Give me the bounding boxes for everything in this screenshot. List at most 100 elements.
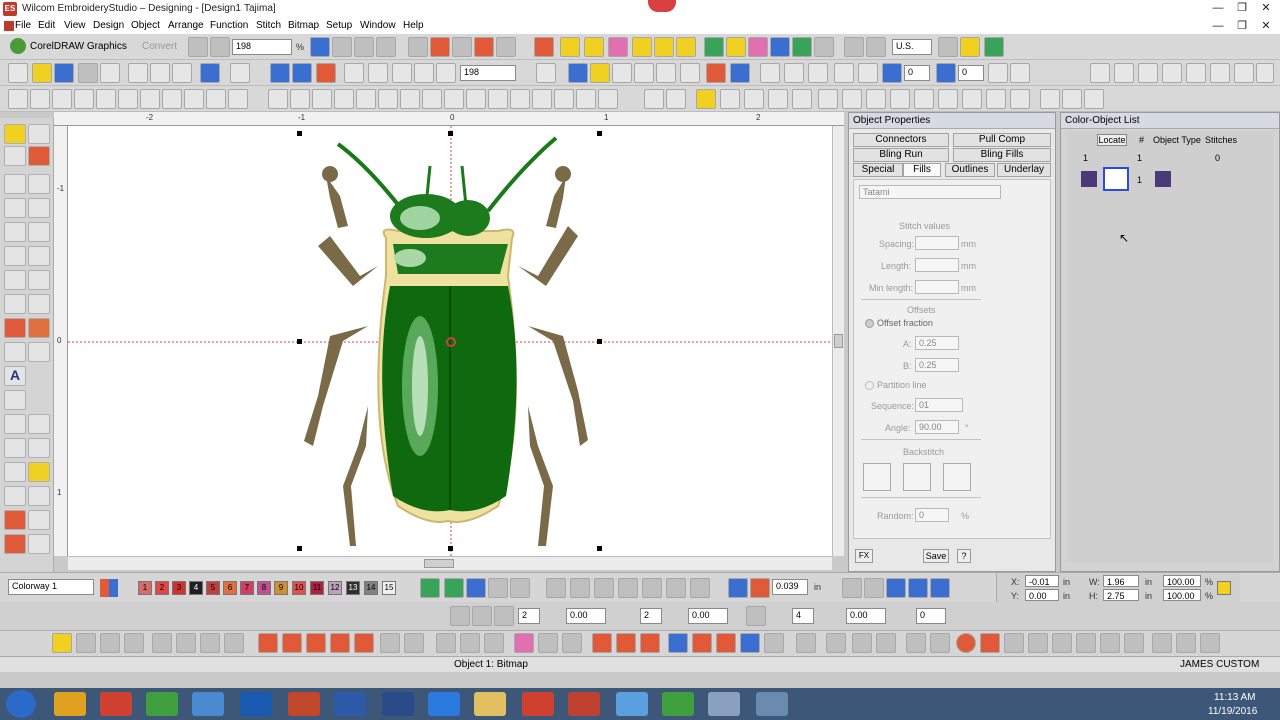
swatch-4[interactable]: 4	[189, 581, 203, 595]
shape-b-icon[interactable]	[28, 414, 50, 434]
table-icon[interactable]	[844, 37, 864, 57]
stitch-type-h-icon[interactable]	[162, 89, 182, 109]
arrange-a-icon[interactable]	[890, 89, 910, 109]
feather-icon[interactable]	[608, 37, 628, 57]
node-e-icon[interactable]	[484, 633, 504, 653]
taskbar-app-13-icon[interactable]	[616, 692, 648, 716]
swatch-2[interactable]: 2	[155, 581, 169, 595]
rotate-icon[interactable]	[808, 63, 828, 83]
taskbar-app-15-icon[interactable]	[708, 692, 740, 716]
open-icon[interactable]	[32, 63, 52, 83]
zoom-box-icon[interactable]	[310, 37, 330, 57]
beetle-bitmap[interactable]	[68, 126, 832, 556]
red-circle-b-icon[interactable]	[4, 534, 26, 554]
stitch-edit-c-icon[interactable]	[306, 633, 326, 653]
curve-tool-icon[interactable]	[4, 198, 26, 218]
h-field[interactable]: 2.75	[1103, 589, 1139, 601]
stitch-type-d-icon[interactable]	[74, 89, 94, 109]
tool-b-icon[interactable]	[368, 63, 388, 83]
effect-n-icon[interactable]	[554, 89, 574, 109]
rotate-ccw-icon[interactable]	[882, 63, 902, 83]
weld-f-icon[interactable]	[666, 578, 686, 598]
slant-icon[interactable]	[936, 63, 956, 83]
edit-b-icon[interactable]	[100, 633, 120, 653]
tab-underlay[interactable]: Underlay	[997, 163, 1051, 177]
copy-icon[interactable]	[150, 63, 170, 83]
menu-help[interactable]: Help	[403, 20, 424, 31]
taskbar-app-14-icon[interactable]	[662, 692, 694, 716]
effect-j-icon[interactable]	[466, 89, 486, 109]
show-stitches-icon[interactable]	[430, 37, 450, 57]
effect-g-icon[interactable]	[400, 89, 420, 109]
menu-stitch[interactable]: Stitch	[256, 20, 281, 31]
arrange-g-icon[interactable]	[1040, 89, 1060, 109]
zigzag-b-icon[interactable]	[616, 633, 636, 653]
swatch-10[interactable]: 10	[292, 581, 306, 595]
swatch-13[interactable]: 13	[346, 581, 360, 595]
edit-f-icon[interactable]	[200, 633, 220, 653]
angle-field-1[interactable]: 0	[904, 65, 930, 81]
zigzag-c-icon[interactable]	[640, 633, 660, 653]
weld-e-icon[interactable]	[642, 578, 662, 598]
effect-o-icon[interactable]	[598, 89, 618, 109]
effect-f-icon[interactable]	[378, 89, 398, 109]
auto-a-icon[interactable]	[668, 633, 688, 653]
show-outlines-icon[interactable]	[452, 37, 472, 57]
monogram-icon[interactable]	[748, 37, 768, 57]
shape-h-icon[interactable]	[28, 510, 50, 530]
shape-g-icon[interactable]	[28, 486, 50, 506]
swatch-9[interactable]: 9	[274, 581, 288, 595]
zoom-field-2[interactable]: 198	[460, 65, 516, 81]
menu-bitmap[interactable]: Bitmap	[288, 20, 319, 31]
tool-e-icon[interactable]	[436, 63, 456, 83]
overlap-field[interactable]: 0.039	[772, 579, 808, 595]
tool-c-icon[interactable]	[392, 63, 412, 83]
taskbar-app-1-icon[interactable]	[54, 692, 86, 716]
coreldraw-label[interactable]: CorelDRAW Graphics	[30, 41, 127, 52]
tool-a-icon[interactable]	[344, 63, 364, 83]
proportional-lock-icon[interactable]	[1217, 581, 1231, 595]
lettering-tool-icon[interactable]: A	[4, 366, 26, 386]
stitch-type-a-icon[interactable]	[8, 89, 28, 109]
order-b-icon[interactable]	[842, 89, 862, 109]
fill-spin-7[interactable]: 0	[916, 608, 946, 624]
circle-tool-icon[interactable]	[4, 318, 26, 338]
node-a-icon[interactable]	[380, 633, 400, 653]
align-h-icon[interactable]	[1256, 63, 1274, 83]
sequence-field[interactable]: 01	[915, 398, 963, 412]
digitize-c-icon[interactable]	[4, 246, 26, 266]
add-color-icon[interactable]	[420, 578, 440, 598]
pointer-select-icon[interactable]	[52, 633, 72, 653]
menu-arrange[interactable]: Arrange	[168, 20, 204, 31]
fill-c-icon[interactable]	[494, 606, 514, 626]
tool-d-icon[interactable]	[414, 63, 434, 83]
arrow-yellow-icon[interactable]	[632, 37, 652, 57]
fill-spin-2[interactable]: 0.00	[566, 608, 606, 624]
zoom-100-icon[interactable]	[210, 37, 230, 57]
digitize-d-icon[interactable]	[28, 246, 50, 266]
curve-a-icon[interactable]	[842, 578, 862, 598]
node-b-icon[interactable]	[404, 633, 424, 653]
horizontal-scrollbar[interactable]	[68, 556, 832, 570]
pointer-tool-icon[interactable]	[4, 146, 26, 166]
eraser-icon[interactable]	[1200, 633, 1220, 653]
y-field[interactable]: 0.00	[1025, 589, 1059, 601]
combine-icon[interactable]	[792, 89, 812, 109]
object-thumbnail[interactable]	[1103, 167, 1129, 191]
weld-d-icon[interactable]	[618, 578, 638, 598]
menu-design[interactable]: Design	[93, 20, 124, 31]
menu-object[interactable]: Object	[131, 20, 160, 31]
effect-c-icon[interactable]	[312, 89, 332, 109]
embroiderystudio-icon[interactable]	[568, 692, 600, 716]
minimize-button[interactable]: —	[1206, 0, 1230, 16]
trim-c-icon[interactable]	[980, 633, 1000, 653]
swatch-15[interactable]: 15	[382, 581, 396, 595]
print-preview-icon[interactable]	[100, 63, 120, 83]
shape-c-icon[interactable]	[4, 438, 26, 458]
random-field[interactable]: 0	[915, 508, 949, 522]
heart-b-icon[interactable]	[538, 633, 558, 653]
scissors-icon[interactable]	[1004, 633, 1024, 653]
backstitch-a-icon[interactable]	[863, 463, 891, 491]
offset-fraction-radio[interactable]	[865, 319, 874, 328]
freehand-tool-icon[interactable]	[4, 174, 26, 194]
